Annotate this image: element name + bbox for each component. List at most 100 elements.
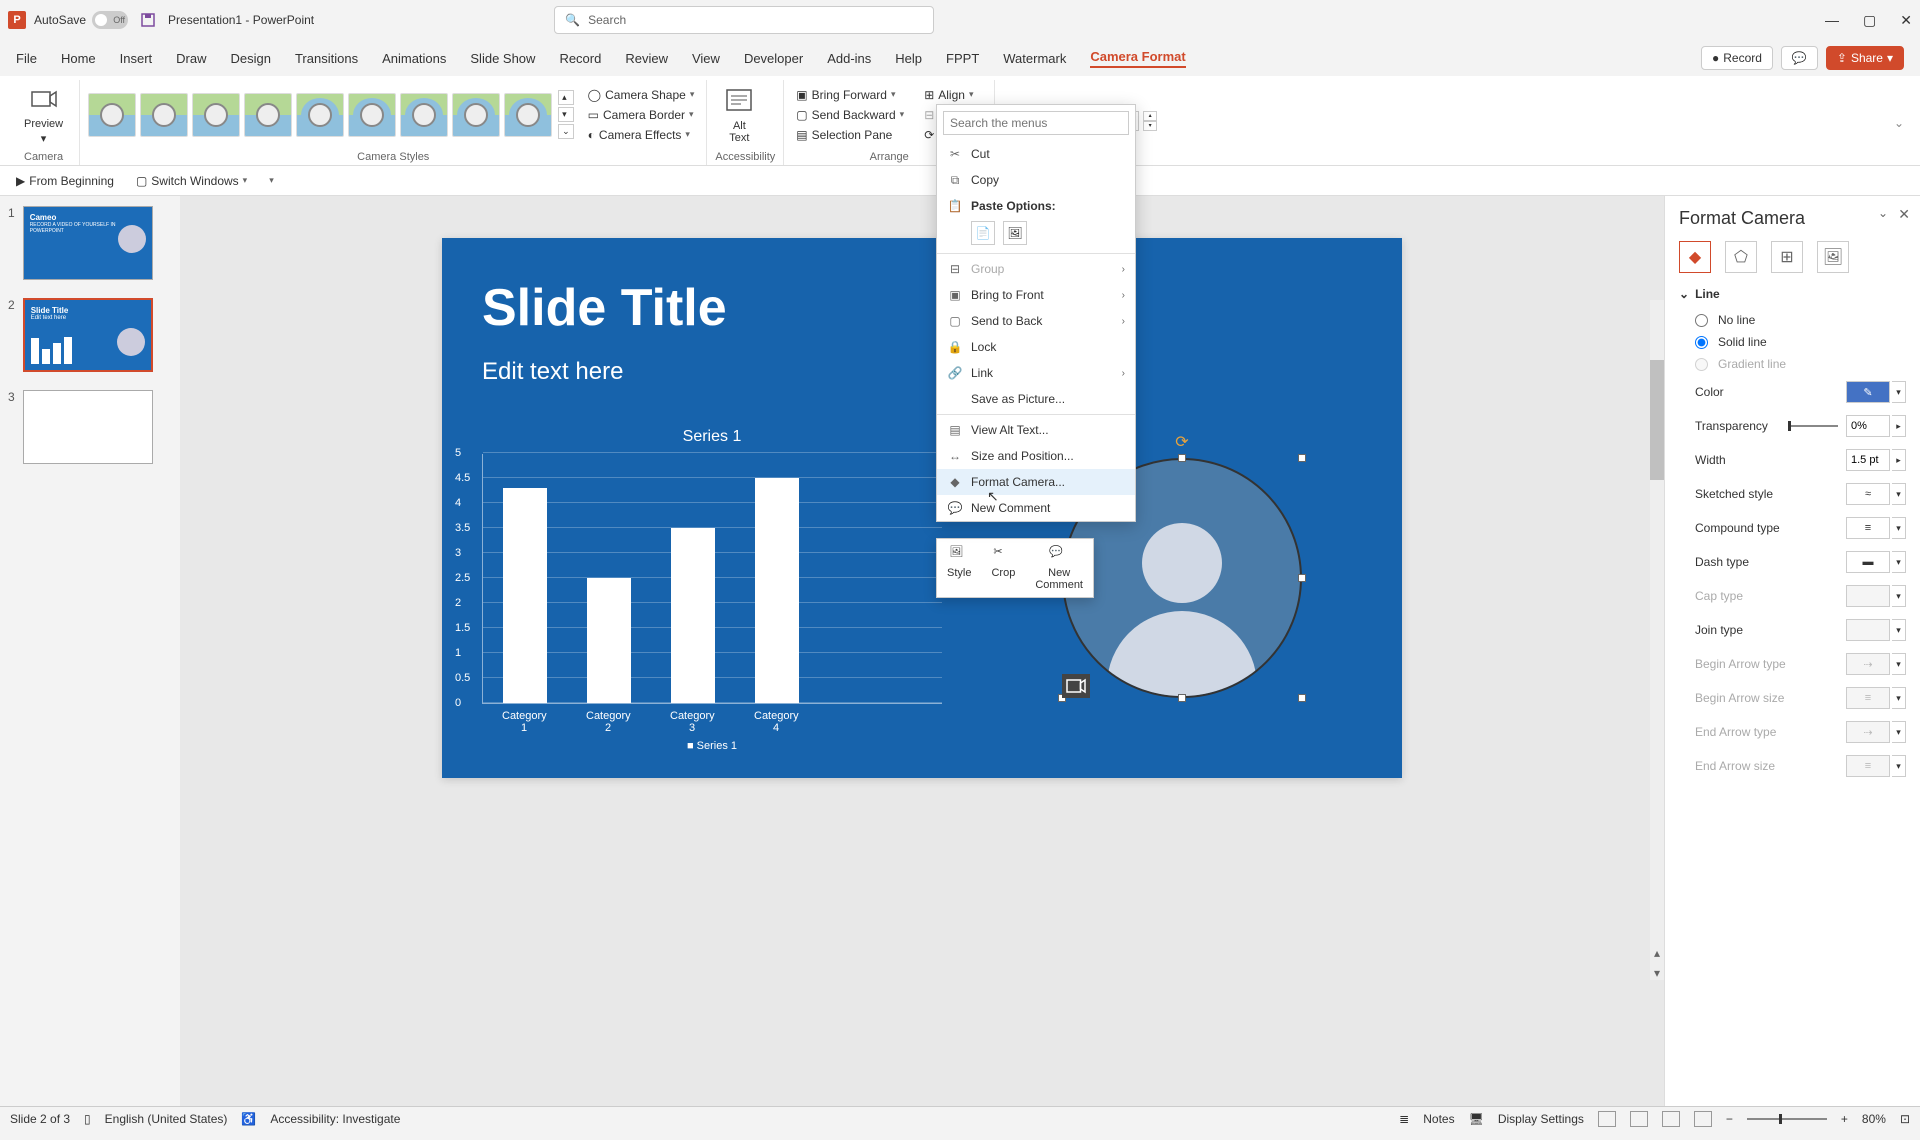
tab-record[interactable]: Record [559,51,601,66]
close-icon[interactable]: ✕ [1900,12,1912,29]
slide-panel[interactable]: 1 Cameo RECORD A VIDEO OF YOURSELF IN PO… [0,196,180,1106]
prev-slide-icon[interactable]: ▴ [1654,946,1660,960]
camera-style-7[interactable] [400,93,448,137]
width-spinner[interactable]: ▸ [1892,449,1906,471]
transparency-spinner[interactable]: ▸ [1892,415,1906,437]
height-spinner[interactable]: ▴▾ [1143,111,1157,131]
send-backward-button[interactable]: ▢Send Backward▾ [792,106,908,124]
tab-file[interactable]: File [16,51,37,66]
minimize-icon[interactable]: — [1825,12,1839,29]
width-input[interactable] [1846,449,1890,471]
compound-type-dropdown[interactable]: ≡ [1846,517,1890,539]
styles-row-up-icon[interactable]: ▴ [558,90,574,105]
ctx-link[interactable]: 🔗Link› [937,360,1135,386]
mini-crop-button[interactable]: ✂Crop [981,539,1025,597]
pane-tab-picture[interactable]: 🖼 [1817,241,1849,273]
qat-customize-button[interactable]: ▾ [263,173,280,188]
pane-options-icon[interactable]: ⌄ [1878,206,1888,220]
align-button[interactable]: ⊞Align▾ [920,86,986,104]
slide-canvas[interactable]: Slide Title Edit text here Series 1 00.5… [442,238,1402,778]
tab-slideshow[interactable]: Slide Show [470,51,535,66]
alt-text-button[interactable]: Alt Text [715,82,763,148]
transparency-input[interactable] [1846,415,1890,437]
zoom-percent[interactable]: 80% [1862,1112,1886,1126]
resize-handle[interactable] [1298,574,1306,582]
record-button[interactable]: ● Record [1701,46,1773,70]
styles-row-down-icon[interactable]: ▾ [558,107,574,122]
styles-more-icon[interactable]: ⌄ [558,124,574,139]
tab-addins[interactable]: Add-ins [827,51,871,66]
ctx-new-comment[interactable]: 💬New Comment [937,495,1135,521]
next-slide-icon[interactable]: ▾ [1654,966,1660,980]
tab-transitions[interactable]: Transitions [295,51,358,66]
tab-review[interactable]: Review [625,51,668,66]
color-picker[interactable]: ✎ [1846,381,1890,403]
canvas-area[interactable]: Slide Title Edit text here Series 1 00.5… [180,196,1664,1106]
resize-handle[interactable] [1298,694,1306,702]
slide-thumb-3[interactable]: 3 [8,390,172,464]
tab-draw[interactable]: Draw [176,51,206,66]
color-dropdown[interactable]: ▾ [1892,381,1906,403]
search-box[interactable]: 🔍 Search [554,6,934,34]
tab-developer[interactable]: Developer [744,51,803,66]
camera-badge-icon[interactable] [1062,674,1090,698]
pane-tab-effects[interactable]: ⬠ [1725,241,1757,273]
ctx-cut[interactable]: ✂Cut [937,141,1135,167]
tab-animations[interactable]: Animations [382,51,446,66]
line-section-header[interactable]: ⌄Line [1679,287,1906,301]
sketched-style-dropdown[interactable]: ≈ [1846,483,1890,505]
ctx-view-alt-text[interactable]: ▤View Alt Text... [937,417,1135,443]
resize-handle[interactable] [1178,694,1186,702]
chart[interactable]: Series 1 00.511.522.533.544.55 Category … [482,428,942,748]
tab-home[interactable]: Home [61,51,96,66]
tab-design[interactable]: Design [231,51,271,66]
camera-style-2[interactable] [140,93,188,137]
ctx-format-camera[interactable]: ◆Format Camera... [937,469,1135,495]
tab-view[interactable]: View [692,51,720,66]
mini-new-comment-button[interactable]: 💬New Comment [1025,539,1093,597]
slide-title[interactable]: Slide Title [482,278,1362,338]
tab-help[interactable]: Help [895,51,922,66]
mini-style-button[interactable]: 🖼Style [937,539,981,597]
resize-handle[interactable] [1178,454,1186,462]
rotate-handle-icon[interactable]: ⟳ [1175,432,1188,452]
paste-option-2[interactable]: 🖼 [1003,221,1027,245]
tab-fppt[interactable]: FPPT [946,51,979,66]
notes-button[interactable]: Notes [1423,1112,1454,1126]
display-settings-button[interactable]: Display Settings [1498,1112,1584,1126]
from-beginning-button[interactable]: ▶From Beginning [10,172,120,190]
comments-button[interactable]: 💬 [1781,46,1818,70]
camera-style-8[interactable] [452,93,500,137]
slide-preview-3[interactable] [23,390,153,464]
ctx-lock[interactable]: 🔒Lock [937,334,1135,360]
switch-windows-button[interactable]: ▢Switch Windows▾ [130,172,253,190]
pane-tab-fill-line[interactable]: ◆ [1679,241,1711,273]
camera-style-5[interactable] [296,93,344,137]
camera-border-button[interactable]: ▭Camera Border▾ [584,106,699,124]
camera-style-6[interactable] [348,93,396,137]
normal-view-button[interactable] [1598,1111,1616,1127]
zoom-slider[interactable] [1747,1118,1827,1120]
save-icon[interactable] [140,12,156,28]
pane-tab-size[interactable]: ⊞ [1771,241,1803,273]
slide-thumb-2[interactable]: 2 Slide Title Edit text here [8,298,172,372]
maximize-icon[interactable]: ▢ [1863,12,1876,29]
no-line-radio[interactable]: No line [1679,309,1906,331]
tab-watermark[interactable]: Watermark [1003,51,1066,66]
ctx-copy[interactable]: ⧉Copy [937,167,1135,193]
tab-camera-format[interactable]: Camera Format [1090,49,1185,68]
ctx-size-position[interactable]: ↔Size and Position... [937,443,1135,469]
vertical-scrollbar[interactable]: ▴▾ [1650,300,1664,980]
paste-option-1[interactable]: 📄 [971,221,995,245]
slideshow-view-button[interactable] [1694,1111,1712,1127]
language-status[interactable]: English (United States) [105,1112,228,1126]
slide-preview-1[interactable]: Cameo RECORD A VIDEO OF YOURSELF IN POWE… [23,206,153,280]
ctx-send-to-back[interactable]: ▢Send to Back› [937,308,1135,334]
reading-view-button[interactable] [1662,1111,1680,1127]
transparency-slider[interactable] [1788,425,1838,427]
slide-info[interactable]: Slide 2 of 3 [10,1112,70,1126]
tab-insert[interactable]: Insert [120,51,153,66]
camera-style-4[interactable] [244,93,292,137]
zoom-out-icon[interactable]: − [1726,1112,1733,1126]
zoom-in-icon[interactable]: + [1841,1112,1848,1126]
